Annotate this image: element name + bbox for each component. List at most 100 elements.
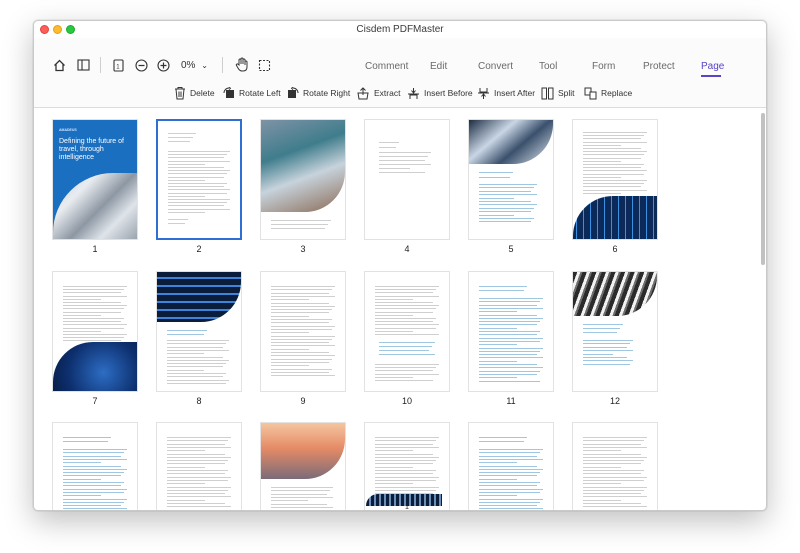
page-thumbnail[interactable] [364,119,450,240]
tab-convert[interactable]: Convert [478,61,513,72]
text-line [479,354,537,356]
page-thumbnail[interactable] [156,422,242,510]
zoom-in-icon[interactable] [156,58,170,72]
page-thumbnail[interactable] [156,119,242,240]
text-line [479,317,543,319]
text-line [63,488,127,490]
text-line [167,470,228,471]
text-line [375,463,433,465]
page-number-label: 7 [92,396,98,406]
zoom-out-icon[interactable] [134,58,148,72]
text-line [271,493,327,495]
extract-button[interactable]: Extract [356,85,400,101]
page-thumbnail[interactable] [260,422,346,510]
page-thumbnail[interactable] [260,119,346,240]
page-thumbnail[interactable] [52,422,138,510]
text-line [167,496,231,498]
text-line [63,327,124,329]
text-line [271,503,327,505]
text-line [167,363,226,365]
text-line [479,194,537,196]
page-thumbnail[interactable] [156,271,242,392]
text-line [168,151,230,152]
rotate-right-button[interactable]: Rotate Right [287,85,350,101]
text-line [63,508,127,510]
text-line [63,302,121,303]
insert-after-button[interactable]: Insert After [477,85,535,101]
page-thumbnail[interactable] [364,271,450,392]
text-line [375,456,439,458]
text-line [167,450,206,452]
text-line [479,344,518,346]
split-button[interactable]: Split [541,85,575,101]
text-line [583,157,641,159]
title-bar: Cisdem PDFMaster [34,21,766,38]
insert-before-button[interactable]: Insert Before [407,85,473,101]
tab-tool[interactable]: Tool [539,61,557,72]
page-thumbnail[interactable] [52,271,138,392]
text-line [63,458,127,460]
page-thumbnail[interactable] [260,271,346,392]
delete-button[interactable]: Delete [174,85,215,101]
text-line [479,505,537,507]
tab-comment[interactable]: Comment [365,61,408,72]
page-view-icon[interactable]: 1 [111,58,125,72]
text-line [271,295,335,297]
text-line [479,314,537,316]
rotate-right-icon [288,87,299,98]
text-line [375,314,414,316]
text-line [271,358,332,360]
text-line [167,353,205,355]
tab-edit[interactable]: Edit [430,61,447,72]
home-icon[interactable] [52,58,66,72]
sidebar-toggle-icon[interactable] [76,58,90,72]
close-window-button[interactable] [40,25,49,34]
text-line [63,334,127,335]
rotate-left-button[interactable]: Rotate Left [223,85,281,101]
tab-protect[interactable]: Protect [643,61,675,72]
zoom-window-button[interactable] [66,25,75,34]
page-thumbnail[interactable] [572,271,658,392]
text-line [167,356,223,358]
extract-label: Extract [374,88,401,98]
text-line [168,223,185,224]
hand-tool-icon[interactable] [234,57,249,72]
vertical-scrollbar[interactable] [761,113,765,265]
text-line [583,135,644,137]
text-line [375,476,439,478]
zoom-value: 0% [181,60,196,71]
zoom-select[interactable]: 0% ⌄ [181,60,208,71]
text-line [379,168,411,169]
text-line [375,440,436,442]
page-thumbnail[interactable] [572,119,658,240]
text-line [479,373,537,375]
page-thumbnail[interactable]: AMADEUS Defining the future of travel, th… [52,119,138,240]
text-line [479,177,510,178]
text-line [63,337,124,339]
marquee-select-icon[interactable] [257,58,271,72]
rotate-left-label: Rotate Left [239,88,281,98]
text-line [375,292,433,294]
page-thumbnail[interactable] [468,422,554,510]
minimize-window-button[interactable] [53,25,62,34]
text-line [167,440,228,442]
text-line [63,449,127,450]
text-line [583,151,647,153]
text-line [583,180,647,181]
text-line [379,160,425,161]
page-thumbnail[interactable] [468,271,554,392]
text-line [379,346,432,347]
page-thumbnail[interactable] [572,422,658,510]
replace-button[interactable]: Replace [584,85,632,101]
text-line [168,192,227,194]
text-line [271,352,329,353]
text-line [63,495,102,497]
tab-page[interactable]: Page [701,61,724,72]
text-line [168,186,224,188]
text-line [583,460,644,462]
text-line [479,327,518,329]
text-line [168,208,230,210]
text-line [375,327,436,329]
tab-form[interactable]: Form [592,61,615,72]
page-thumbnail[interactable] [468,119,554,240]
